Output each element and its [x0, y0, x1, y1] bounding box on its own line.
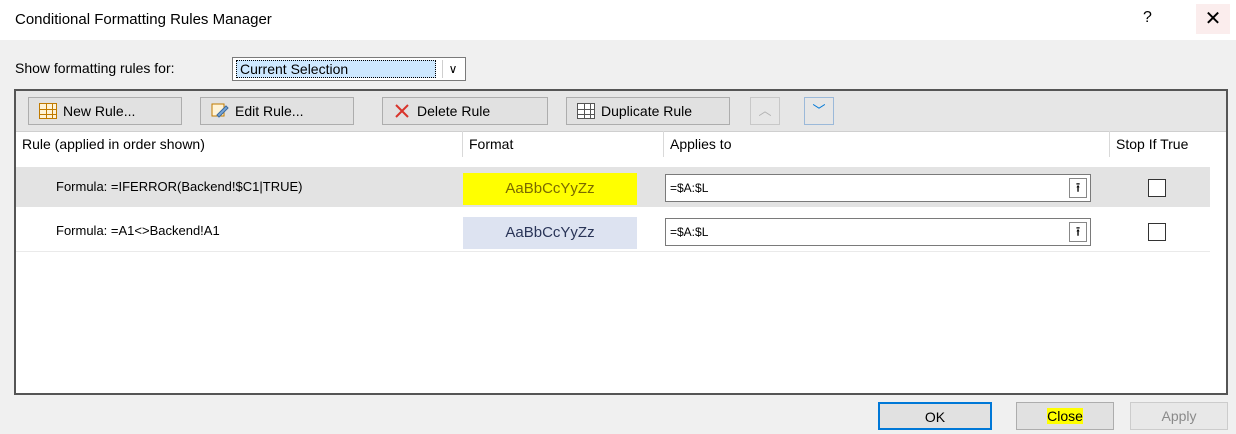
applies-to-field[interactable]: =$A:$L ⭱	[665, 218, 1091, 246]
header-format: Format	[469, 136, 514, 152]
header-stop-if-true: Stop If True	[1116, 136, 1189, 152]
close-button[interactable]: Close	[1016, 402, 1114, 430]
header-rule: Rule (applied in order shown)	[22, 136, 205, 152]
move-down-button[interactable]: ﹀	[804, 97, 834, 125]
collapse-dialog-icon[interactable]: ⭱	[1069, 222, 1087, 242]
new-rule-button[interactable]: New Rule...	[28, 97, 182, 125]
move-up-button[interactable]: ︿	[750, 97, 780, 125]
chevron-down-icon[interactable]: ∨	[442, 60, 463, 78]
edit-rule-button[interactable]: Edit Rule...	[200, 97, 354, 125]
applies-to-value: =$A:$L	[670, 225, 709, 239]
help-button[interactable]: ?	[1143, 9, 1152, 27]
edit-rule-label: Edit Rule...	[235, 103, 304, 119]
show-rules-label: Show formatting rules for:	[15, 60, 175, 76]
duplicate-rule-icon	[577, 103, 595, 119]
duplicate-rule-button[interactable]: Duplicate Rule	[566, 97, 730, 125]
delete-rule-label: Delete Rule	[417, 103, 491, 119]
ok-button[interactable]: OK	[878, 402, 992, 430]
window-close-button[interactable]: ✕	[1196, 4, 1230, 34]
applies-to-value: =$A:$L	[670, 181, 709, 195]
duplicate-rule-label: Duplicate Rule	[601, 103, 693, 119]
rules-toolbar: New Rule... Edit Rule... Delete Rule Dup…	[16, 91, 1226, 132]
rule-formula: Formula: =A1<>Backend!A1	[56, 223, 220, 238]
close-button-label: Close	[1047, 408, 1083, 424]
window-title: Conditional Formatting Rules Manager	[15, 11, 272, 28]
applies-to-field[interactable]: =$A:$L ⭱	[665, 174, 1091, 202]
rule-formula: Formula: =IFERROR(Backend!$C1|TRUE)	[56, 179, 303, 194]
new-rule-icon	[39, 103, 57, 119]
format-preview: AaBbCcYyZz	[463, 173, 637, 205]
collapse-dialog-icon[interactable]: ⭱	[1069, 178, 1087, 198]
rule-row-1[interactable]: Formula: =IFERROR(Backend!$C1|TRUE) AaBb…	[16, 167, 1210, 207]
rules-panel: New Rule... Edit Rule... Delete Rule Dup…	[14, 89, 1228, 395]
format-preview: AaBbCcYyZz	[463, 217, 637, 249]
show-rules-selected[interactable]: Current Selection	[236, 60, 436, 78]
delete-x-icon	[393, 103, 411, 119]
stop-if-true-checkbox[interactable]	[1148, 223, 1166, 241]
new-rule-label: New Rule...	[63, 103, 136, 119]
apply-button[interactable]: Apply	[1130, 402, 1228, 430]
edit-rule-icon	[211, 103, 229, 119]
header-applies-to: Applies to	[670, 136, 732, 152]
title-bar: Conditional Formatting Rules Manager ? ✕	[0, 0, 1236, 40]
rule-row-2[interactable]: Formula: =A1<>Backend!A1 AaBbCcYyZz =$A:…	[16, 211, 1210, 252]
delete-rule-button[interactable]: Delete Rule	[382, 97, 548, 125]
show-rules-dropdown[interactable]: Current Selection ∨	[232, 57, 466, 81]
stop-if-true-checkbox[interactable]	[1148, 179, 1166, 197]
